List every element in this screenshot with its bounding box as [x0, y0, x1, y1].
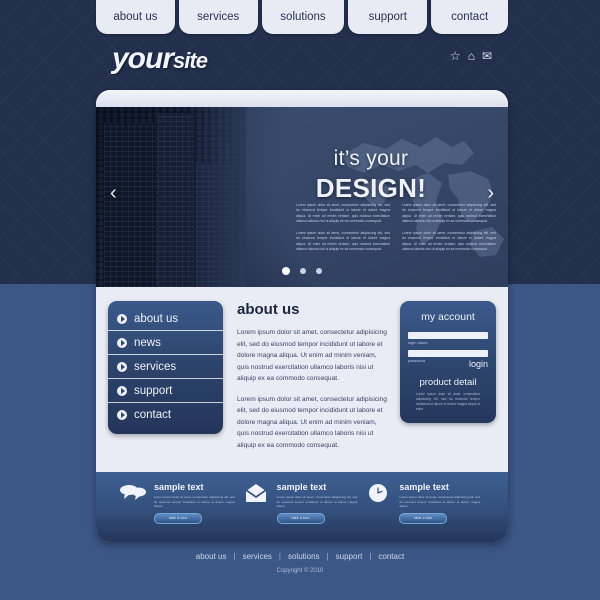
- hero-text-columns: Lorem ipsum dolor sit amet, consectetur …: [296, 203, 496, 259]
- hero-paragraph: Lorem ipsum dolor sit amet, consectetur …: [296, 231, 390, 251]
- feature-body: sample text Lorem ipsum dolor sit amet, …: [399, 482, 480, 542]
- nav-tab-label: contact: [451, 11, 489, 23]
- sidebar-item-label: news: [134, 336, 161, 349]
- login-name-label: login name: [408, 340, 428, 345]
- header-icon-group: ☆ ⌂ ✉: [450, 50, 492, 62]
- footer-separator: |: [233, 552, 236, 561]
- footer-separator: |: [369, 552, 372, 561]
- feature-heading: sample text: [399, 482, 449, 492]
- feature-item: sample text Lorem ipsum dolor sit amet, …: [118, 482, 241, 542]
- slider-prev-icon[interactable]: ‹: [110, 183, 117, 203]
- sidebar-item-services[interactable]: services: [108, 355, 223, 379]
- logo-primary: your: [112, 42, 174, 75]
- feature-heading: sample text: [154, 482, 204, 492]
- footer-separator: |: [278, 552, 281, 561]
- nav-tab-label: services: [197, 11, 240, 23]
- sidebar-item-label: about us: [134, 312, 179, 325]
- clock-icon: [363, 482, 393, 542]
- home-icon[interactable]: ⌂: [468, 50, 475, 62]
- slider-next-icon[interactable]: ›: [487, 183, 494, 203]
- nav-tab-contact[interactable]: contact: [431, 0, 509, 34]
- about-paragraph: Lorem ipsum dolor sit amet, consectetur …: [237, 329, 387, 383]
- footer-link-contact[interactable]: contact: [378, 552, 404, 561]
- nav-tab-services[interactable]: services: [178, 0, 258, 34]
- nav-tab-about-us[interactable]: about us: [96, 0, 175, 34]
- star-icon[interactable]: ☆: [450, 50, 461, 62]
- hero-slider: it’s your DESIGN! Lorem ipsum dolor sit …: [96, 107, 508, 287]
- sidebar-item-label: services: [134, 360, 177, 373]
- sidebar-item-news[interactable]: news: [108, 331, 223, 355]
- feature-heading: sample text: [276, 482, 327, 492]
- about-section: about us Lorem ipsum dolor sit amet, con…: [223, 301, 400, 472]
- sidebar-item-label: contact: [134, 409, 172, 421]
- logo-secondary: site: [173, 48, 208, 73]
- arrow-bullet-icon: [117, 337, 127, 348]
- nav-tab-label: solutions: [280, 11, 326, 23]
- top-navigation: about us services solutions support cont…: [96, 0, 509, 34]
- sidebar-menu: about us news services support contact: [108, 301, 223, 434]
- sidebar-item-support[interactable]: support: [108, 379, 223, 403]
- feature-body: sample text Lorem ipsum dolor sit amet, …: [276, 482, 358, 542]
- feature-item: sample text Lorem ipsum dolor sit amet, …: [363, 482, 486, 542]
- product-detail-text: Lorem ipsum dolor sit amet, consectetur …: [416, 392, 480, 412]
- hero-paragraph: Lorem ipsum dolor sit amet, consectetur …: [296, 203, 390, 223]
- nav-tab-support[interactable]: support: [348, 0, 428, 34]
- footer-link-services[interactable]: services: [243, 552, 272, 561]
- envelope-icon[interactable]: ✉: [482, 50, 492, 62]
- product-detail-heading: product detail: [419, 377, 477, 388]
- main-content-card: it’s your DESIGN! Lorem ipsum dolor sit …: [96, 90, 508, 542]
- hero-column-1: Lorem ipsum dolor sit amet, consectetur …: [296, 203, 390, 259]
- account-heading: my account: [421, 311, 475, 323]
- about-heading: about us: [237, 301, 300, 318]
- slider-dot-3[interactable]: [316, 268, 322, 274]
- feature-button[interactable]: take a tour: [399, 512, 448, 524]
- footer-link-support[interactable]: support: [336, 552, 363, 561]
- site-header: yoursite ☆ ⌂ ✉: [0, 40, 600, 88]
- footer-link-solutions[interactable]: solutions: [288, 552, 320, 561]
- speech-bubbles-icon: [118, 482, 148, 542]
- feature-button[interactable]: take a tour: [154, 512, 202, 524]
- sidebar-item-label: support: [134, 384, 173, 397]
- feature-button[interactable]: take a tour: [276, 512, 325, 524]
- open-envelope-icon: [241, 482, 271, 542]
- login-name-input[interactable]: [408, 332, 488, 339]
- slider-dot-2[interactable]: [300, 268, 306, 274]
- hero-paragraph: Lorem ipsum dolor sit amet, consectetur …: [402, 231, 496, 251]
- feature-text: Lorem ipsum dolor sit amet, consectetur …: [399, 495, 481, 509]
- arrow-bullet-icon: [117, 410, 127, 420]
- feature-text: Lorem ipsum dolor sit amet, consectetur …: [276, 495, 358, 509]
- site-logo[interactable]: yoursite: [112, 42, 208, 76]
- hero-column-2: Lorem ipsum dolor sit amet, consectetur …: [402, 203, 496, 259]
- hero-title: it’s your DESIGN!: [246, 147, 496, 204]
- sidebar-item-about-us[interactable]: about us: [108, 307, 223, 331]
- sidebar-item-contact[interactable]: contact: [108, 403, 223, 427]
- footer-separator: |: [326, 552, 329, 561]
- login-button[interactable]: login: [469, 359, 488, 369]
- feature-item: sample text Lorem ipsum dolor sit amet, …: [241, 482, 364, 542]
- my-account-panel: my account login name password login pro…: [400, 301, 496, 423]
- nav-tab-label: about us: [113, 11, 158, 23]
- slider-dots: [96, 267, 508, 275]
- footer-link-about-us[interactable]: about us: [196, 552, 227, 561]
- hero-paragraph: Lorem ipsum dolor sit amet, consectetur …: [402, 203, 496, 223]
- nav-tab-label: support: [368, 11, 407, 23]
- city-skyline-image: [96, 107, 246, 287]
- features-strip: sample text Lorem ipsum dolor sit amet, …: [96, 472, 508, 542]
- feature-body: sample text Lorem ipsum dolor sit amet, …: [154, 482, 235, 542]
- arrow-bullet-icon: [117, 385, 127, 396]
- footer-links: about us | services | solutions | suppor…: [0, 552, 600, 561]
- feature-text: Lorem ipsum dolor sit amet, consectetur …: [154, 495, 235, 509]
- about-paragraph: Lorem ipsum dolor sit amet, consectetur …: [237, 395, 387, 449]
- site-footer: about us | services | solutions | suppor…: [0, 552, 600, 600]
- copyright-text: Copyright © 2010: [276, 568, 324, 574]
- nav-tab-solutions[interactable]: solutions: [261, 0, 345, 34]
- slider-dot-1[interactable]: [282, 267, 290, 275]
- card-top-strip: [96, 90, 508, 107]
- hero-title-line1: it’s your: [333, 147, 409, 170]
- password-input[interactable]: [408, 350, 488, 357]
- hero-title-line2: DESIGN!: [315, 173, 427, 203]
- arrow-bullet-icon: [117, 313, 127, 324]
- arrow-bullet-icon: [117, 361, 127, 372]
- content-row: about us news services support contact a…: [96, 287, 508, 472]
